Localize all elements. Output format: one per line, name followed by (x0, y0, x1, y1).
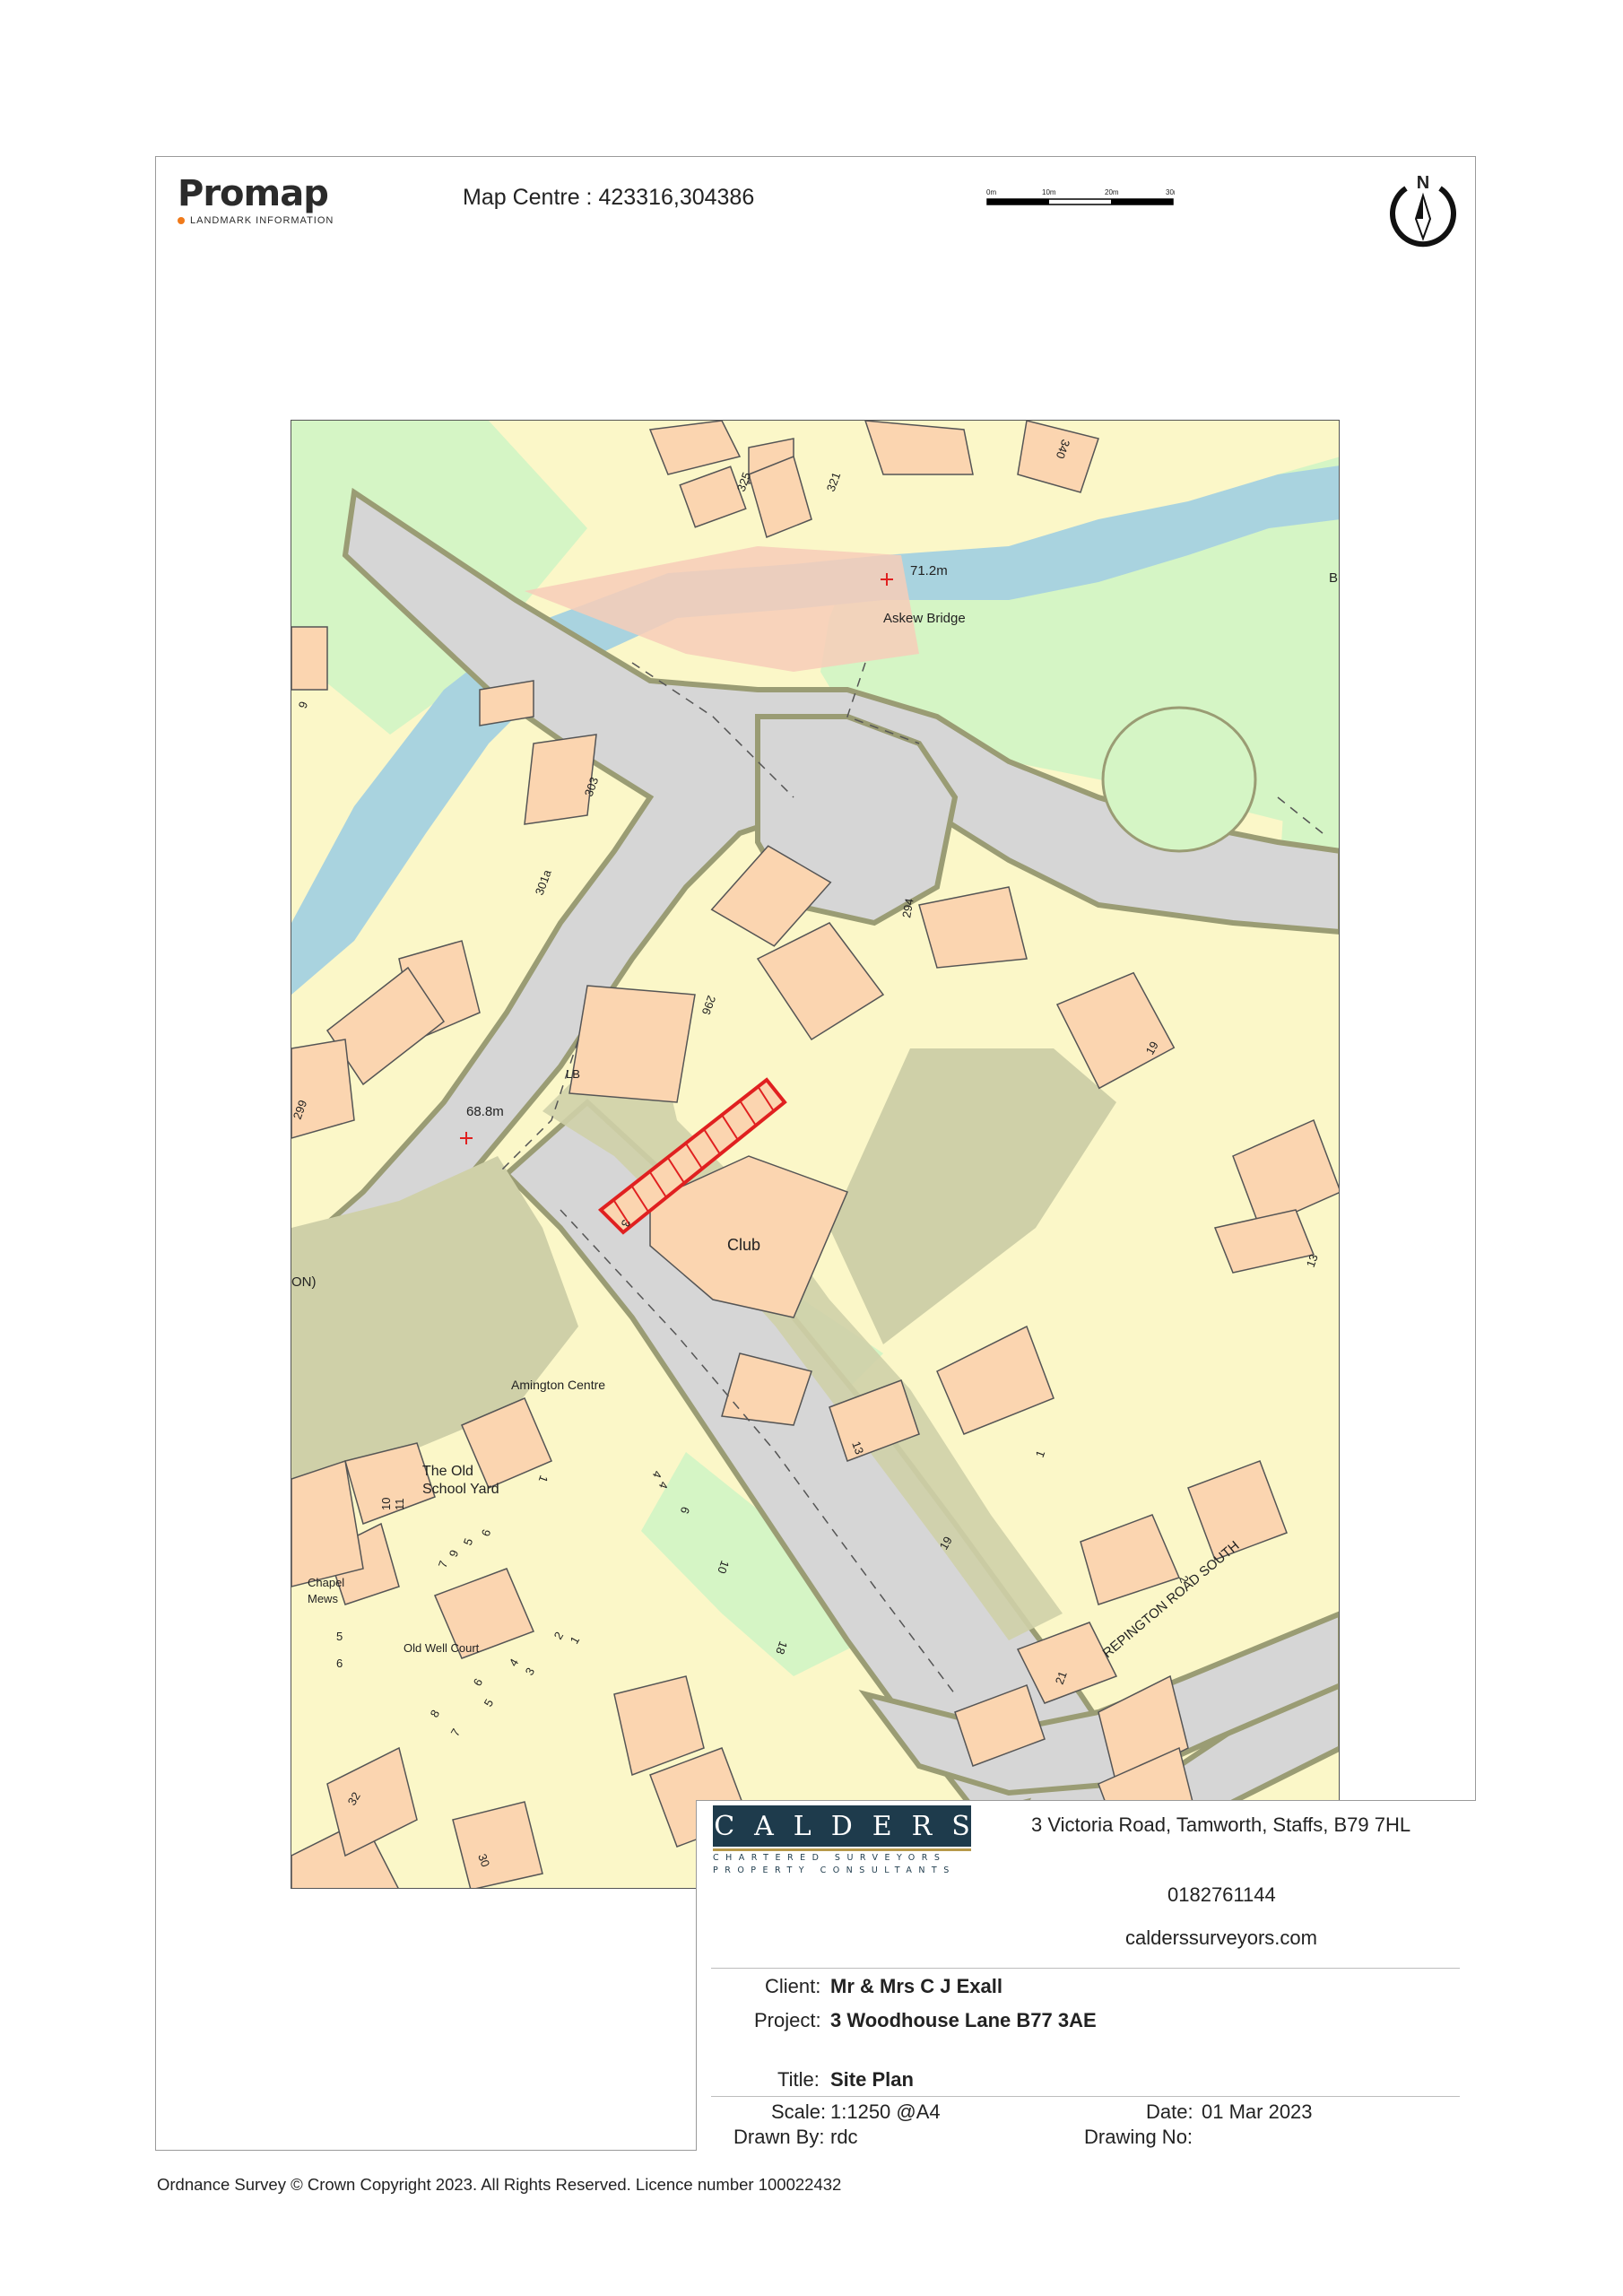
calders-logo-rule (713, 1848, 971, 1851)
scale-label: Scale: (771, 2100, 827, 2123)
logo-subtitle-row: LANDMARK INFORMATION (178, 215, 334, 226)
old-school-yard-label-1: The Old (422, 1464, 473, 1479)
chapel-mews-label-2: Mews (308, 1592, 338, 1605)
spot-height-68: 68.8m (466, 1104, 504, 1119)
scale-tick-30: 30m (1166, 188, 1175, 196)
company-website: calderssurveyors.com (1125, 1926, 1317, 1949)
house-number-11: 11 (393, 1499, 406, 1511)
club-label: Club (727, 1236, 760, 1254)
title-value: Site Plan (830, 2068, 914, 2091)
north-arrow-icon: N (1390, 173, 1456, 248)
title-block-rule-1 (711, 1968, 1460, 1969)
map-canvas: 71.2m Askew Bridge 68.8m LB Club Amingto… (291, 421, 1339, 1888)
copyright-footer: Ordnance Survey © Crown Copyright 2023. … (157, 2175, 842, 2194)
logo-dot-icon (178, 217, 185, 224)
scale-bar: 0m 10m 20m 30m (986, 188, 1175, 205)
date-label: Date: (1146, 2100, 1193, 2123)
calders-logo: CALDERS CHARTERED SURVEYORS PROPERTY CON… (713, 1805, 973, 1875)
house-number-5b: 5 (336, 1630, 343, 1643)
calders-logo-box: CALDERS (713, 1805, 971, 1847)
drawn-by-label: Drawn By: (733, 2126, 825, 2148)
title-block-rule-2 (711, 2096, 1460, 2097)
drawn-by-value: rdc (830, 2126, 858, 2148)
company-address: 3 Victoria Road, Tamworth, Staffs, B79 7… (1031, 1813, 1411, 1836)
site-map: 71.2m Askew Bridge 68.8m LB Club Amingto… (291, 420, 1340, 1889)
scale-tick-10: 10m (1042, 188, 1056, 196)
calders-wordmark: CALDERS (714, 1810, 990, 1842)
old-well-court-label: Old Well Court (404, 1641, 480, 1655)
old-school-yard-label-2: School Yard (422, 1482, 499, 1497)
drawing-no-label: Drawing No: (1084, 2126, 1193, 2148)
logo-subtitle: LANDMARK INFORMATION (190, 215, 334, 226)
house-number-10: 10 (379, 1498, 393, 1510)
client-label: Client: (765, 1975, 821, 1997)
scale-value: 1:1250 @A4 (830, 2100, 941, 2123)
roundabout-island (1101, 706, 1257, 853)
spot-height-71: 71.2m (910, 563, 948, 578)
road-b-fragment: B (1329, 570, 1338, 586)
map-centre-label: Map Centre : 423316,304386 (463, 185, 755, 210)
calders-sub-2: PROPERTY CONSULTANTS (713, 1866, 956, 1875)
date-value: 01 Mar 2023 (1202, 2100, 1313, 2123)
scale-tick-0: 0m (986, 188, 996, 196)
project-value: 3 Woodhouse Lane B77 3AE (830, 2009, 1097, 2031)
promap-logo: Promap LANDMARK INFORMATION (178, 176, 334, 226)
chapel-mews-label-1: Chapel (308, 1576, 344, 1589)
logo-wordmark: Promap (178, 173, 329, 214)
askew-bridge-label: Askew Bridge (883, 611, 966, 626)
scale-tick-20: 20m (1105, 188, 1119, 196)
listed-building-label: LB (566, 1067, 580, 1081)
north-letter: N (1417, 173, 1429, 193)
title-label: Title: (777, 2068, 820, 2091)
company-phone: 0182761144 (1167, 1883, 1276, 1906)
road-name-fragment: ON) (291, 1274, 317, 1290)
project-label: Project: (754, 2009, 821, 2031)
client-value: Mr & Mrs C J Exall (830, 1975, 1002, 1997)
calders-sub-1: CHARTERED SURVEYORS (713, 1853, 947, 1863)
house-number-6d: 6 (336, 1657, 343, 1670)
amington-centre-label: Amington Centre (511, 1378, 605, 1392)
